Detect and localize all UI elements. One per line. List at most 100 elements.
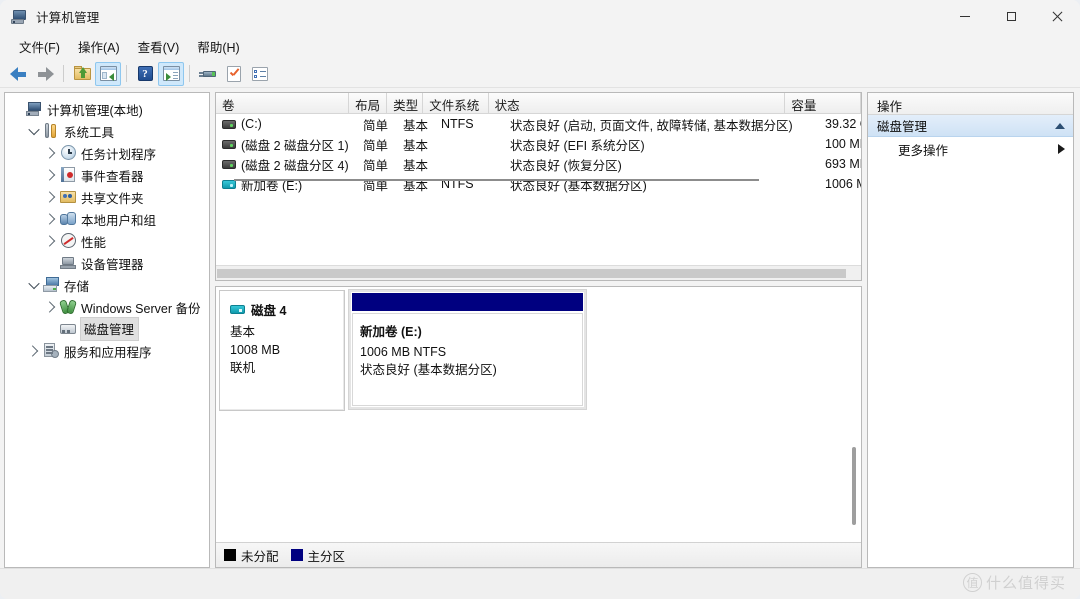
- hscrollbar-thumb[interactable]: [217, 269, 846, 278]
- volume-cell-status: 状态良好 (恢复分区): [510, 158, 622, 173]
- volume-cell-volume: 新加卷 (E:): [216, 175, 357, 194]
- forward-arrow-icon[interactable]: [32, 62, 58, 86]
- partition-color-bar: [352, 293, 583, 311]
- chevron-down-icon[interactable]: [26, 274, 42, 296]
- menu-file[interactable]: 文件(F): [10, 34, 69, 59]
- event-viewer-icon: [60, 167, 77, 183]
- tree-task-scheduler[interactable]: 任务计划程序: [5, 142, 209, 164]
- volume-row[interactable]: (C:) 简单 基本 NTFS 状态良好 (启动, 页面文件, 故障转储, 基本数据分区…: [216, 114, 861, 134]
- tree-windows-server-backup[interactable]: Windows Server 备份: [5, 296, 209, 318]
- volume-list-hscrollbar[interactable]: [216, 265, 861, 280]
- volume-cell-status: 状态良好 (启动, 页面文件, 故障转储, 基本数据分区): [510, 118, 793, 133]
- action-pane-icon[interactable]: [158, 61, 184, 86]
- legend-primary-partition: 主分区: [290, 546, 346, 565]
- back-arrow-icon[interactable]: [6, 62, 32, 86]
- tree-node-label: 共享文件夹: [81, 191, 144, 206]
- vscrollbar-thumb[interactable]: [852, 447, 856, 525]
- tree-shared-folders[interactable]: 共享文件夹: [5, 186, 209, 208]
- list-icon[interactable]: [247, 62, 273, 86]
- action-group-label: 磁盘管理: [877, 120, 928, 134]
- tree-storage[interactable]: 存储: [5, 274, 209, 296]
- tree-pane-icon[interactable]: [95, 61, 121, 86]
- plug-icon[interactable]: [195, 62, 221, 86]
- drive-icon: [222, 119, 236, 129]
- chevron-right-icon[interactable]: [43, 164, 59, 186]
- maximize-button[interactable]: [988, 0, 1034, 33]
- collapse-caret-icon[interactable]: [1055, 122, 1065, 129]
- drive-icon: [222, 159, 236, 169]
- tree-device-manager[interactable]: 设备管理器: [5, 252, 209, 274]
- tree-services-applications[interactable]: 服务和应用程序: [5, 340, 209, 362]
- volume-row[interactable]: (磁盘 2 磁盘分区 4) 简单基本 状态良好 (恢复分区) 693 ME: [216, 154, 861, 174]
- chevron-right-icon[interactable]: [26, 340, 42, 362]
- partition-name: 新加卷 (E:): [360, 325, 422, 339]
- close-button[interactable]: [1034, 0, 1080, 33]
- action-more-actions[interactable]: 更多操作: [868, 137, 1073, 161]
- tree-performance[interactable]: 性能: [5, 230, 209, 252]
- status-bar: [0, 568, 1080, 599]
- column-capacity[interactable]: 容量: [785, 93, 861, 113]
- column-volume[interactable]: 卷: [216, 93, 350, 113]
- action-pane: 操作 磁盘管理 更多操作: [867, 92, 1074, 568]
- volume-cell-layout: 简单: [363, 118, 389, 133]
- tree-local-users-groups[interactable]: 本地用户和组: [5, 208, 209, 230]
- menu-help[interactable]: 帮助(H): [188, 34, 248, 59]
- chevron-right-icon[interactable]: [43, 142, 59, 164]
- disk-icon: [230, 305, 245, 314]
- legend-unallocated: 未分配: [224, 546, 279, 565]
- volume-cell-type: 基本: [403, 118, 429, 133]
- window-title: 计算机管理: [36, 11, 100, 25]
- volume-list-rows: (C:) 简单 基本 NTFS 状态良好 (启动, 页面文件, 故障转储, 基本数据分区…: [216, 114, 861, 194]
- disk-view-vscrollbar[interactable]: [846, 287, 861, 539]
- legend-label: 未分配: [241, 549, 279, 564]
- volume-label: 新加卷 (E:): [241, 178, 303, 193]
- column-type[interactable]: 类型: [387, 93, 424, 113]
- tree-node-label: 服务和应用程序: [64, 345, 152, 360]
- console-tree: 计算机管理(本地) 系统工具任务计划程序事件查看器共享文件夹本地用户和组 性能 设备管…: [5, 93, 209, 362]
- check-document-icon[interactable]: [221, 62, 247, 86]
- tree-event-viewer[interactable]: 事件查看器: [5, 164, 209, 186]
- legend: 未分配 主分区: [216, 542, 861, 567]
- column-status[interactable]: 状态: [488, 93, 786, 113]
- minimize-button[interactable]: [942, 0, 988, 33]
- tree-computer-management-local[interactable]: 计算机管理(本地): [5, 98, 209, 120]
- partition-block-e[interactable]: 新加卷 (E:) 1006 MB NTFS 状态良好 (基本数据分区): [349, 290, 586, 409]
- disk-name: 磁盘 4: [251, 304, 287, 318]
- volume-cell-capacity: 100 ME: [825, 137, 861, 151]
- action-group-disk-management[interactable]: 磁盘管理: [868, 115, 1073, 137]
- help-icon[interactable]: ?: [132, 62, 158, 86]
- column-header-label: 文件系统: [429, 99, 480, 113]
- menu-view[interactable]: 查看(V): [129, 34, 189, 59]
- disk-size: 1008 MB: [230, 343, 281, 357]
- action-more-actions-label: 更多操作: [898, 143, 949, 158]
- disk-info-panel[interactable]: 磁盘 4 基本 1008 MB 联机: [219, 290, 345, 411]
- volume-cell-type: 基本: [403, 138, 429, 153]
- tree-node-label: 任务计划程序: [81, 147, 157, 162]
- tree-node-label: 存储: [64, 279, 90, 294]
- column-filesystem[interactable]: 文件系统: [423, 93, 489, 113]
- folder-up-icon[interactable]: [69, 62, 95, 86]
- volume-cell-capacity: 1006 M: [825, 177, 861, 191]
- tree-system-tools[interactable]: 系统工具: [5, 120, 209, 142]
- chevron-down-icon[interactable]: [26, 120, 42, 142]
- volume-row[interactable]: (磁盘 2 磁盘分区 1) 简单基本 状态良好 (EFI 系统分区) 100 ME: [216, 134, 861, 154]
- disk-type: 基本: [230, 325, 256, 339]
- volume-cell-volume: (C:): [216, 117, 357, 131]
- menu-action[interactable]: 操作(A): [69, 34, 129, 59]
- column-header-label: 状态: [494, 99, 520, 113]
- volume-list-divider: [234, 179, 759, 181]
- chevron-right-icon[interactable]: [43, 296, 59, 318]
- chevron-right-icon[interactable]: [43, 230, 59, 252]
- chevron-right-icon[interactable]: [43, 186, 59, 208]
- chevron-right-icon[interactable]: [43, 208, 59, 230]
- volume-cell-type: 基本: [403, 178, 429, 193]
- tree-disk-management[interactable]: 磁盘管理: [5, 317, 209, 341]
- column-layout[interactable]: 布局: [349, 93, 388, 113]
- legend-label: 主分区: [307, 549, 346, 564]
- users-icon: [60, 211, 77, 227]
- volume-row[interactable]: 新加卷 (E:)简单基本NTFS状态良好 (基本数据分区)1006 M: [216, 174, 861, 194]
- storage-icon: [43, 277, 60, 293]
- volume-cell-volume: (磁盘 2 磁盘分区 4): [216, 155, 357, 174]
